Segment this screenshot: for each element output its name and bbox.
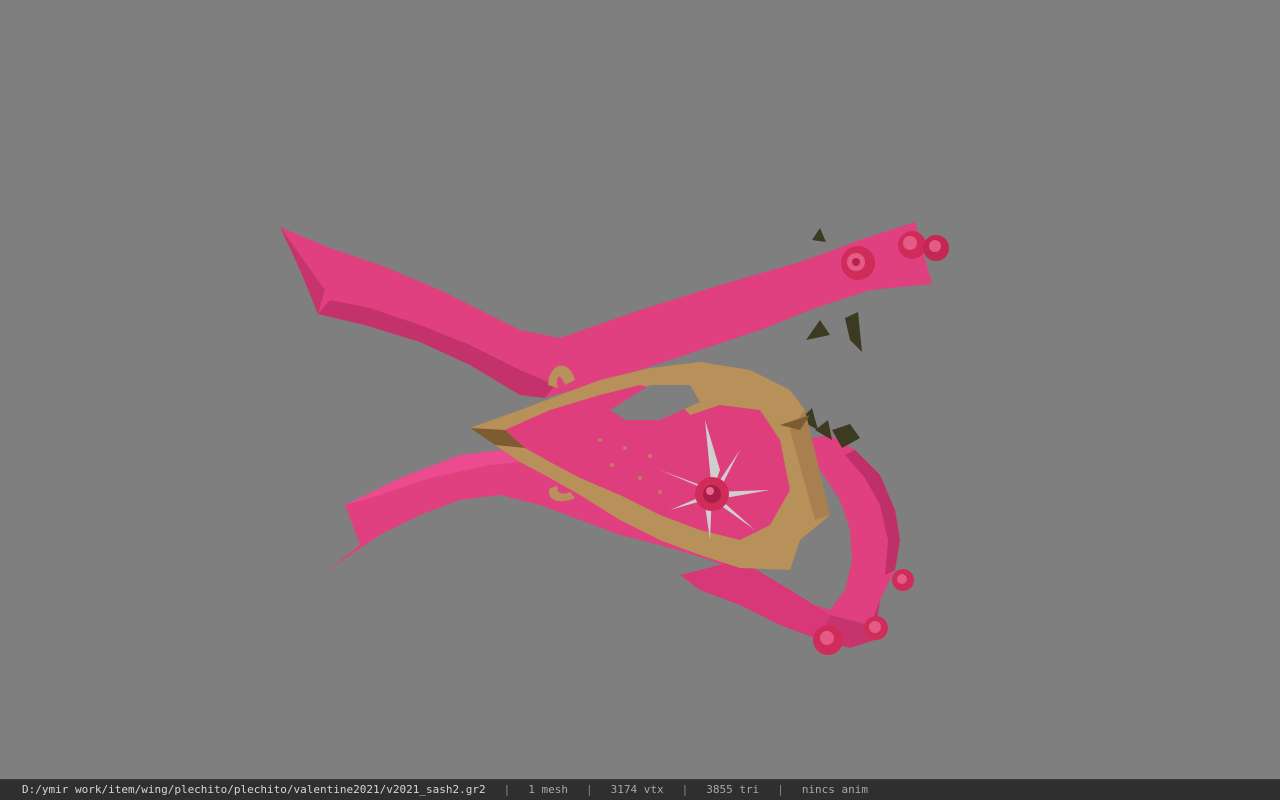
file-path: D:/ymir work/item/wing/plechito/plechito… [22,783,486,796]
mesh-count: 1 mesh [528,783,568,796]
separator: | [777,783,784,796]
status-bar: D:/ymir work/item/wing/plechito/plechito… [0,779,1280,800]
model-render [280,222,949,655]
upper-ribbon [280,222,932,398]
3d-viewport[interactable] [0,0,1280,779]
vertex-count: 3174 vtx [610,783,664,796]
separator: | [503,783,511,796]
triangle-count: 3855 tri [706,783,760,796]
separator: | [681,783,689,796]
animation-status: nincs anim [801,783,869,796]
separator: | [585,783,593,796]
